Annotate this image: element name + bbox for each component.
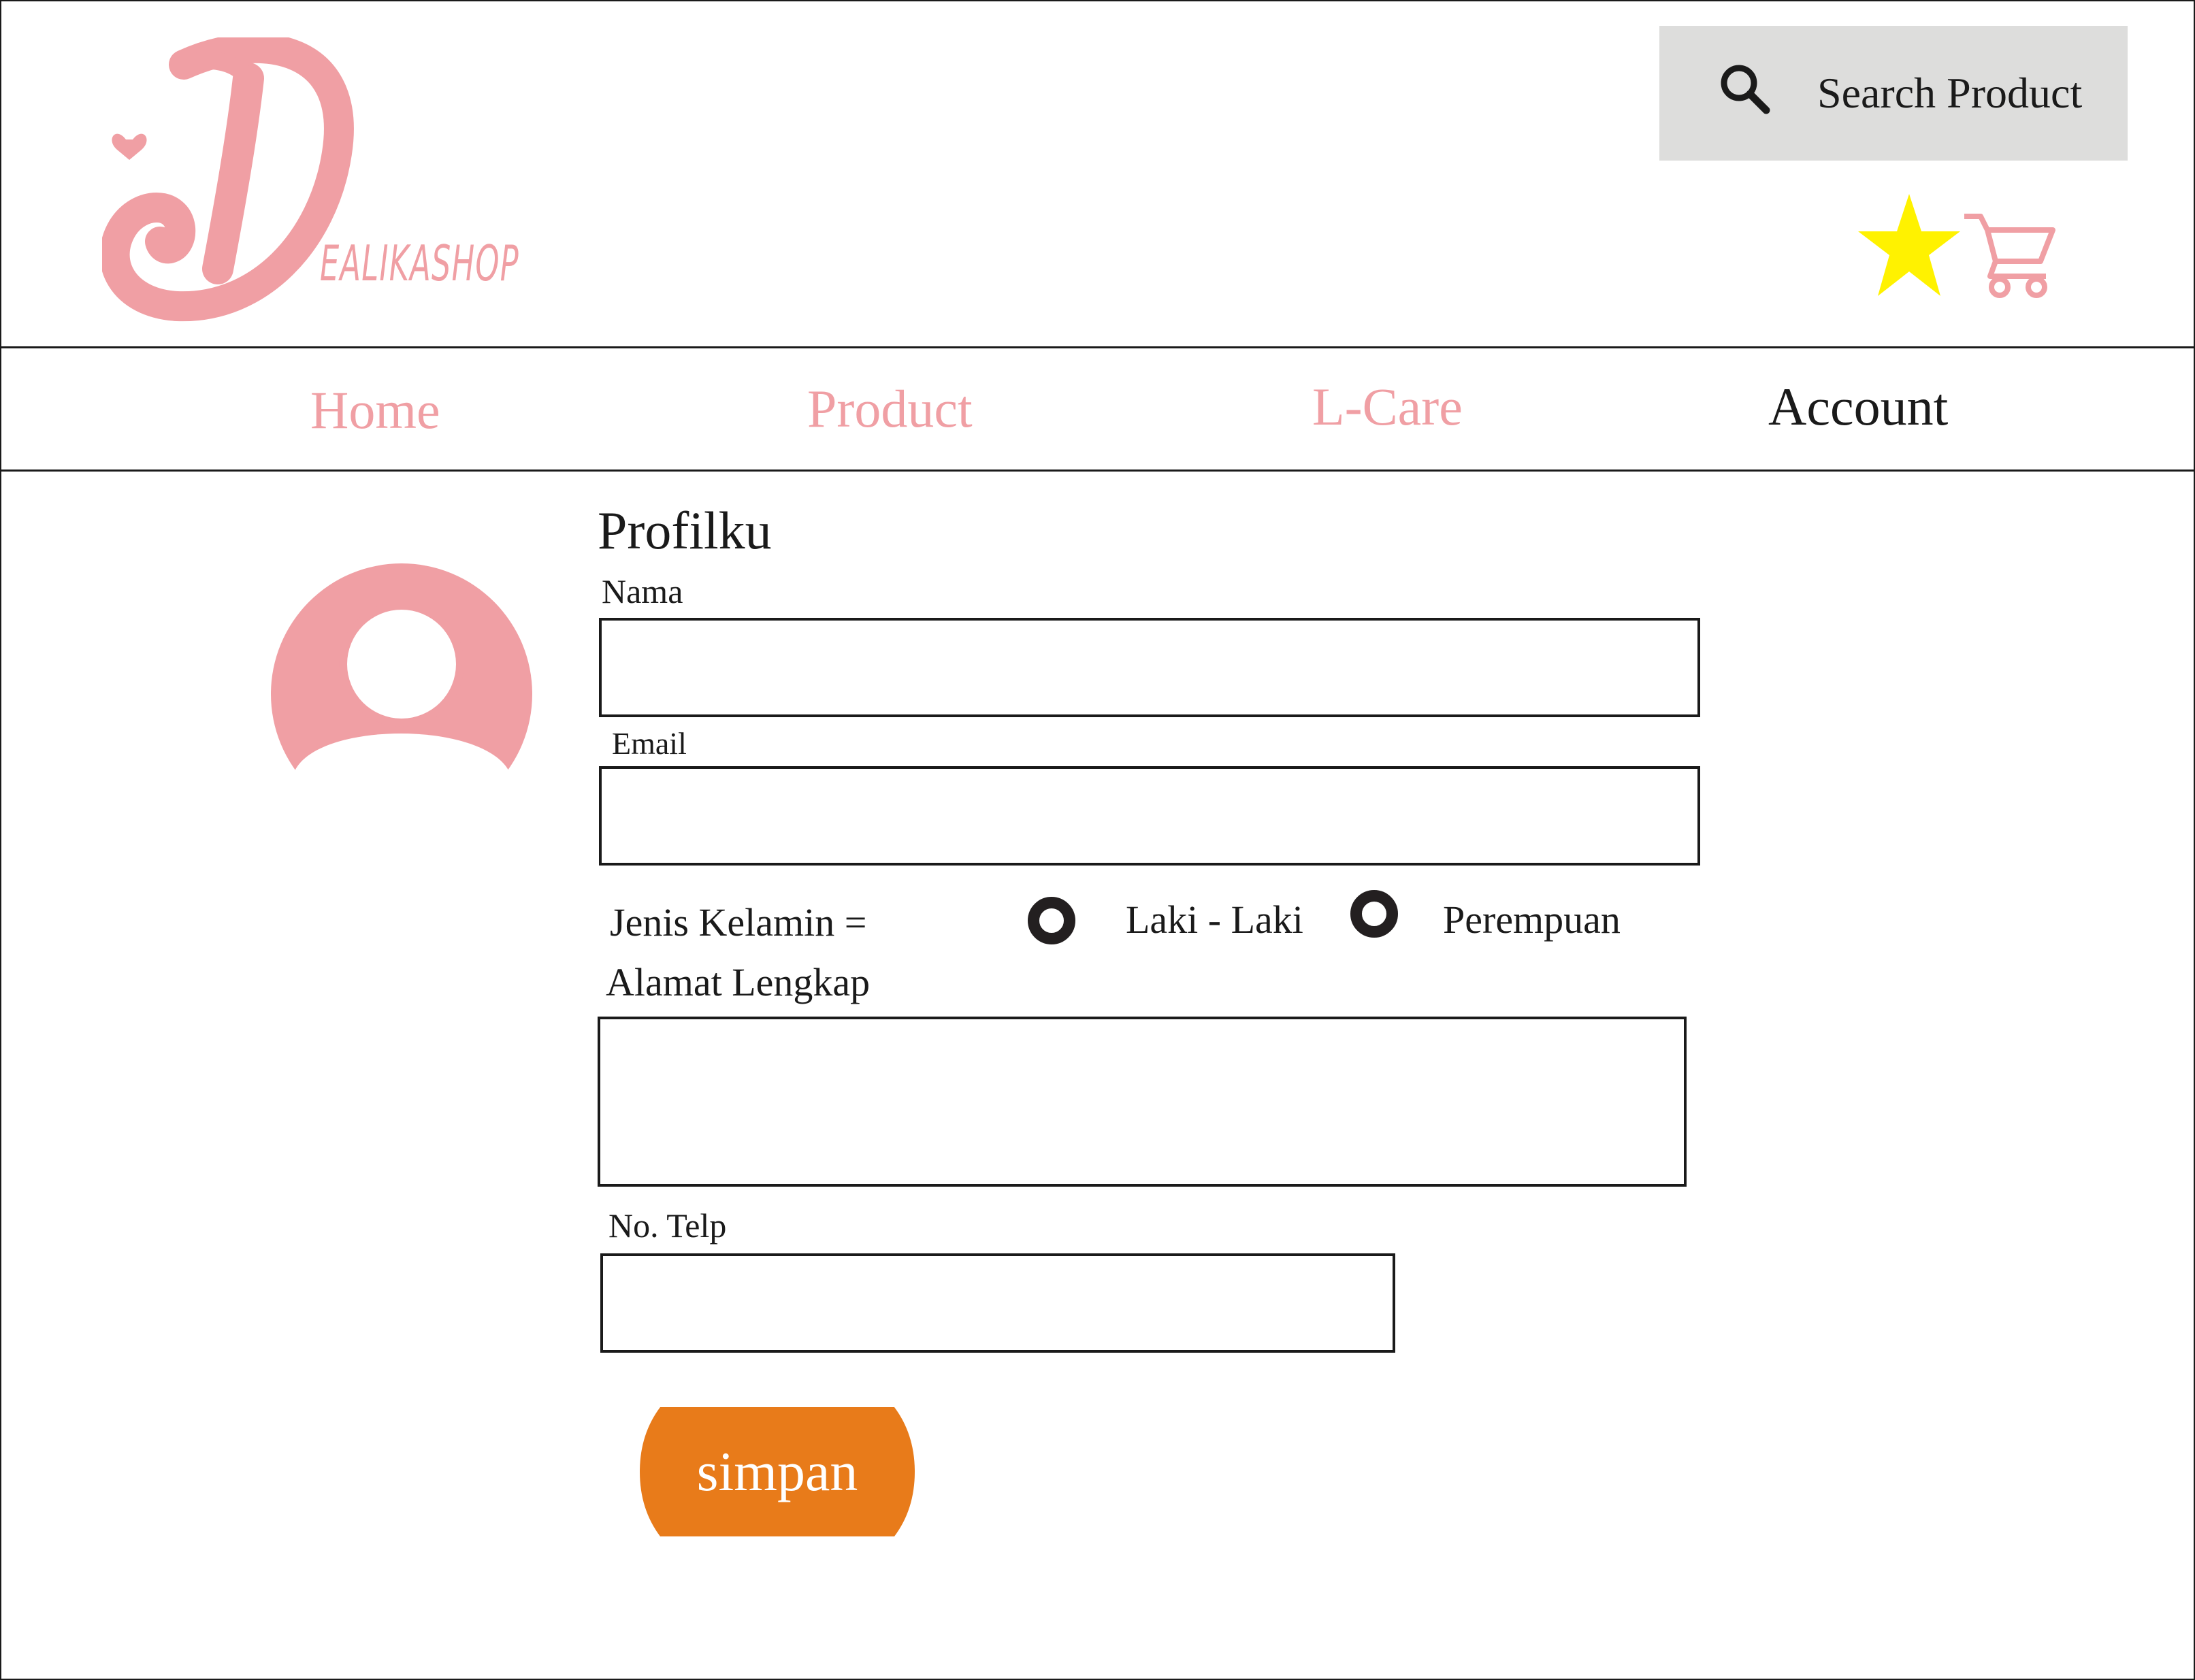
nav-divider <box>0 470 2195 472</box>
gender-male-radio[interactable] <box>1028 897 1075 944</box>
save-button-label: simpan <box>696 1440 858 1502</box>
star-icon[interactable] <box>1858 194 1960 299</box>
gender-male-label[interactable]: Laki - Laki <box>1126 897 1303 942</box>
header-divider <box>0 346 2195 348</box>
search-icon <box>1721 65 1770 114</box>
brand-logo[interactable]: EALIKASHOP <box>99 33 538 323</box>
user-avatar-icon[interactable] <box>271 563 533 781</box>
gender-female-radio[interactable] <box>1350 890 1398 938</box>
save-button[interactable]: simpan <box>640 1407 915 1536</box>
gender-female-label[interactable]: Perempuan <box>1443 897 1621 942</box>
search-placeholder: Search Product <box>1817 69 2083 117</box>
nav-item-l-care[interactable]: L-Care <box>1312 376 1463 438</box>
phone-label: No. Telp <box>608 1206 727 1245</box>
phone-field[interactable] <box>600 1253 1395 1353</box>
nav-item-home[interactable]: Home <box>310 380 440 441</box>
cart-icon[interactable] <box>1962 211 2057 299</box>
email-field[interactable] <box>599 766 1700 866</box>
nav-item-product[interactable]: Product <box>807 378 973 440</box>
search-box[interactable]: Search Product <box>1659 26 2128 161</box>
email-label: Email <box>612 726 687 761</box>
nav-item-account[interactable]: Account <box>1768 376 1948 438</box>
page-title: Profilku <box>598 501 772 560</box>
name-field[interactable] <box>599 618 1700 717</box>
brand-wordmark: EALIKASHOP <box>320 235 519 292</box>
gender-label: Jenis Kelamin = <box>610 900 867 944</box>
address-field[interactable] <box>598 1017 1687 1187</box>
name-label: Nama <box>602 572 683 610</box>
address-label: Alamat Lengkap <box>606 960 871 1004</box>
